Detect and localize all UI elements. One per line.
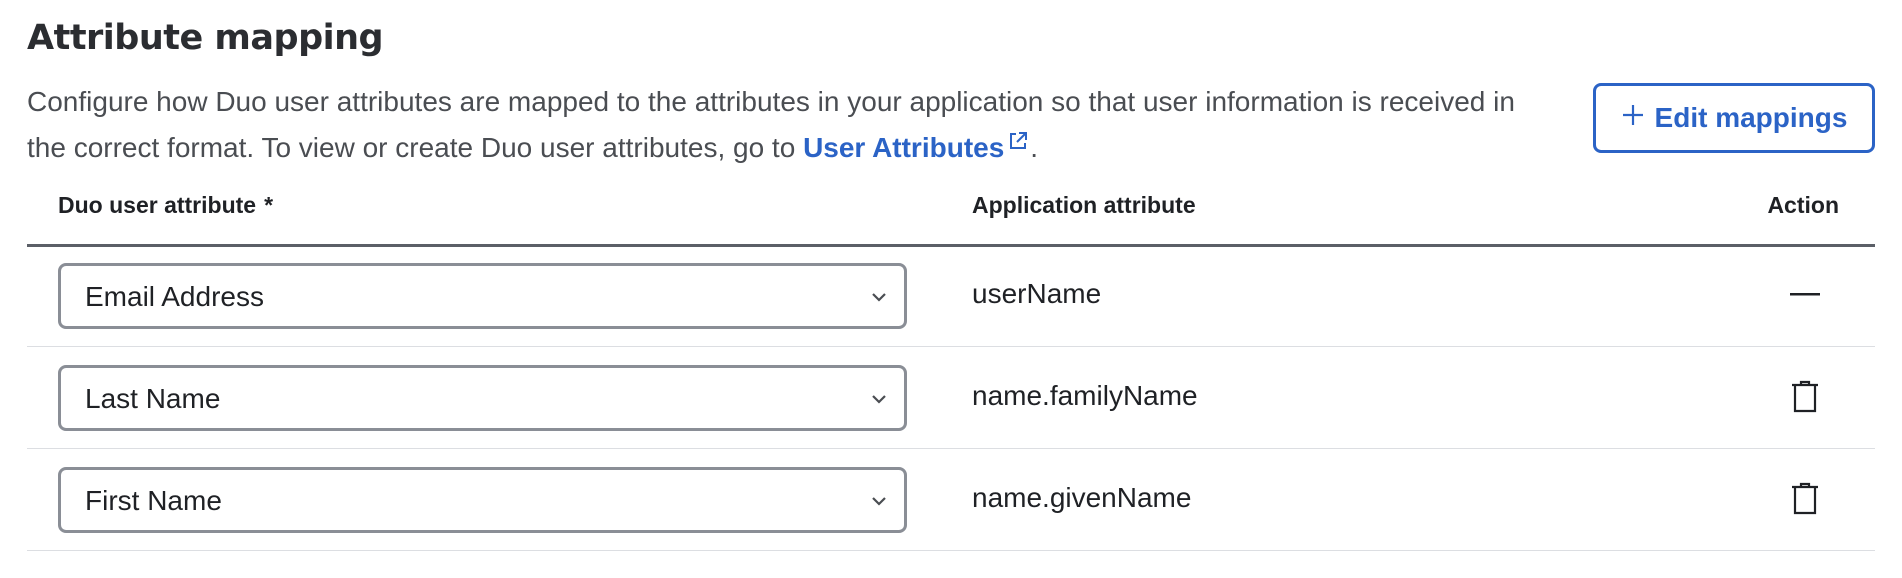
plus-icon (1621, 102, 1645, 134)
edit-mappings-label: Edit mappings (1654, 102, 1848, 133)
duo-attribute-select[interactable]: Email Address (58, 263, 907, 329)
duo-attribute-select[interactable]: Last Name (58, 365, 907, 431)
table-header: Duo user attribute * Application attribut… (27, 182, 1875, 247)
app-attribute-value: name.familyName (972, 380, 1198, 411)
user-attributes-link[interactable]: User Attributes (803, 132, 1030, 163)
section-title: Attribute mapping (27, 18, 384, 58)
section-description: Configure how Duo user attributes are ma… (27, 82, 1527, 168)
duo-attribute-select[interactable]: First Name (58, 467, 907, 533)
description-prefix: Configure how Duo user attributes are ma… (27, 86, 1515, 163)
description-suffix: . (1030, 132, 1039, 163)
column-header-action: Action (1767, 192, 1839, 218)
chevron-down-icon (870, 494, 888, 513)
table-row: Last Name name.familyName (27, 347, 1875, 449)
edit-mappings-button[interactable]: Edit mappings (1593, 83, 1875, 153)
app-attribute-value: userName (972, 278, 1102, 309)
external-link-icon[interactable] (1008, 122, 1028, 162)
trash-icon[interactable] (1785, 479, 1825, 519)
select-value: First Name (85, 485, 222, 516)
app-attribute-value: name.givenName (972, 482, 1192, 513)
table-row: Email Address userName (27, 245, 1875, 347)
chevron-down-icon (870, 392, 888, 411)
chevron-down-icon (870, 290, 888, 309)
column-header-duo-attribute: Duo user attribute * (58, 192, 273, 219)
trash-icon[interactable] (1785, 377, 1825, 417)
user-attributes-link-label[interactable]: User Attributes (803, 132, 1004, 163)
select-value: Last Name (85, 383, 221, 414)
column-header-app-attribute: Application attribute (972, 192, 1196, 218)
select-value: Email Address (85, 281, 264, 312)
dash-icon (1785, 275, 1825, 315)
table-row: First Name name.givenName (27, 449, 1875, 551)
column-header-duo-attribute-label: Duo user attribute (58, 192, 257, 218)
required-marker: * (264, 192, 274, 218)
